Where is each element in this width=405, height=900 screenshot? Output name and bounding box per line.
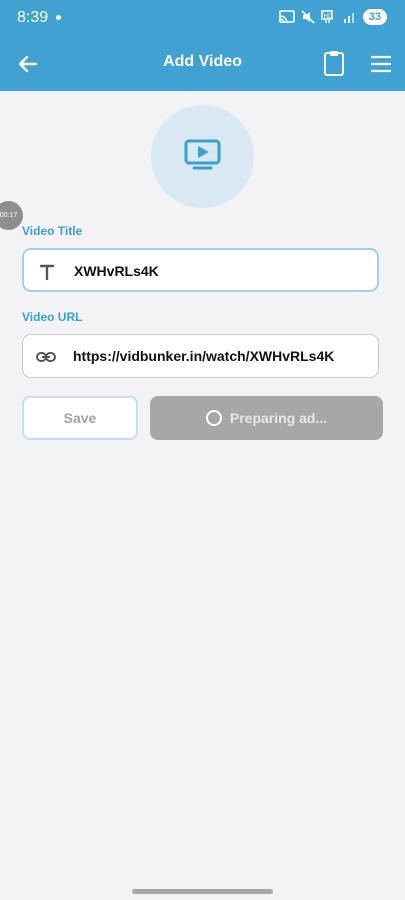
clipboard-icon[interactable] — [321, 49, 347, 77]
mute-icon — [301, 10, 315, 24]
app-bar: Add Video — [0, 36, 405, 91]
video-url-field[interactable]: https://vidbunker.in/watch/XWHvRLs4K — [22, 334, 379, 378]
text-t-icon — [39, 264, 55, 281]
cast-icon — [278, 10, 295, 24]
status-icons: HD 33 — [278, 9, 387, 25]
home-indicator[interactable] — [132, 889, 273, 894]
hotspot-icon: HD — [321, 10, 333, 23]
status-time: 8:39 — [17, 9, 49, 26]
video-url-label: Video URL — [22, 310, 83, 324]
video-play-icon — [184, 139, 221, 170]
link-icon — [36, 352, 56, 362]
video-url-value: https://vidbunker.in/watch/XWHvRLs4K — [73, 348, 335, 364]
preparing-ad-button[interactable]: Preparing ad... — [150, 396, 383, 440]
timer-bubble[interactable]: 00:17 — [0, 201, 23, 230]
signal-icon — [343, 13, 354, 23]
header: 8:39 HD 33 Add Video — [0, 0, 405, 91]
status-bar: 8:39 HD 33 — [0, 0, 405, 36]
video-title-value: XWHvRLs4K — [74, 263, 159, 279]
video-thumbnail[interactable] — [151, 105, 254, 208]
save-button[interactable]: Save — [22, 396, 138, 440]
video-title-field[interactable]: XWHvRLs4K — [22, 248, 379, 292]
preparing-ad-label: Preparing ad... — [229, 410, 328, 426]
menu-icon[interactable] — [368, 51, 394, 77]
loading-spinner-icon — [205, 410, 222, 426]
video-title-label: Video Title — [22, 224, 83, 238]
notification-dot — [56, 15, 61, 20]
battery-icon: 33 — [362, 9, 387, 25]
svg-text:HD: HD — [323, 13, 333, 20]
